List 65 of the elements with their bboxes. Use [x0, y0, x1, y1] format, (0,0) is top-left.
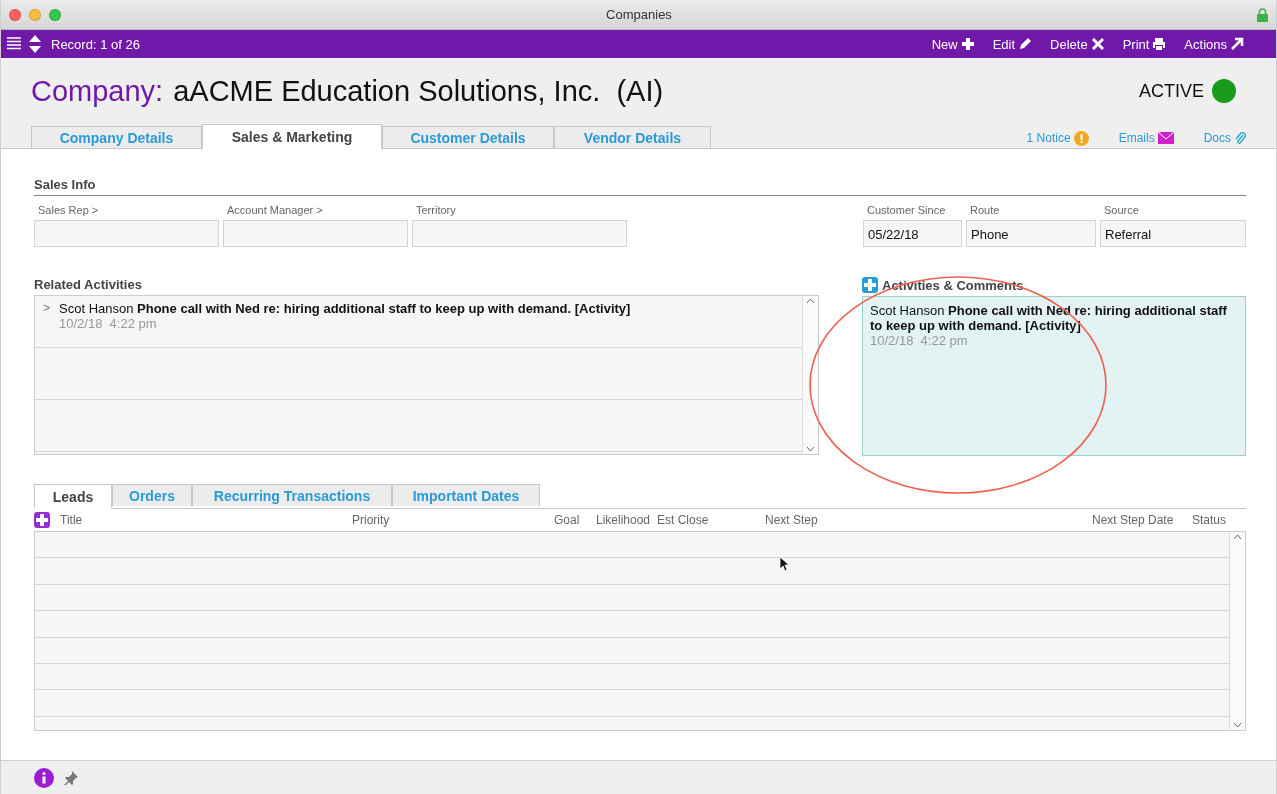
- input-field[interactable]: [412, 220, 627, 247]
- column-header: Title: [59, 513, 84, 527]
- company-name: aACME Education Solutions, Inc. (AI): [173, 74, 664, 108]
- close-icon: [1090, 37, 1105, 51]
- toolbar-button[interactable]: New: [931, 36, 975, 52]
- record-counter: Record: 1 of 26: [51, 36, 140, 52]
- input-field[interactable]: Phone: [966, 220, 1096, 247]
- up-down-icon[interactable]: [29, 35, 41, 53]
- activity-date: 10/2/18 4:22 pm: [59, 316, 158, 331]
- column-header: Priority: [351, 513, 391, 527]
- status-dot: [1212, 79, 1236, 103]
- mouse-cursor-icon: [779, 556, 789, 572]
- arrow-icon: [1230, 37, 1244, 51]
- menu-icon[interactable]: [7, 37, 21, 51]
- column-header: Next Step Date: [1091, 513, 1175, 527]
- column-header: Next Step: [764, 513, 819, 527]
- close-window-button[interactable]: [9, 8, 21, 21]
- pencil-icon: [1018, 37, 1033, 51]
- field-label: Customer Since: [866, 204, 947, 218]
- scroll-up-icon[interactable]: [806, 298, 815, 304]
- add-button[interactable]: [34, 512, 50, 528]
- printer-icon: [1152, 37, 1167, 51]
- window-title: Companies: [605, 7, 673, 22]
- lock-icon: [1257, 7, 1268, 22]
- column-header: Goal: [553, 513, 581, 527]
- pin-icon[interactable]: [64, 770, 78, 785]
- field-label: Route: [969, 204, 1001, 218]
- warning-icon: [1073, 130, 1089, 146]
- add-button[interactable]: [862, 277, 878, 293]
- input-field[interactable]: 05/22/18: [863, 220, 962, 247]
- tab[interactable]: Leads: [34, 484, 112, 509]
- tab[interactable]: Sales & Marketing: [202, 124, 382, 149]
- scroll-down-icon[interactable]: [1233, 722, 1242, 728]
- plus-icon: [960, 37, 975, 51]
- section-title: Related Activities: [34, 277, 143, 294]
- section-title: Sales Info: [34, 177, 1246, 196]
- column-header: Est Close: [656, 513, 710, 527]
- scroll-up-icon[interactable]: [1233, 534, 1242, 540]
- input-field[interactable]: [34, 220, 219, 247]
- expand-chevron[interactable]: >: [43, 301, 50, 342]
- field-label: Account Manager >: [226, 204, 324, 218]
- info-icon[interactable]: [34, 767, 54, 788]
- input-field[interactable]: [223, 220, 408, 247]
- field-label: Territory: [415, 204, 457, 218]
- paperclip-icon: [1234, 131, 1246, 145]
- zoom-window-button[interactable]: [49, 8, 61, 21]
- plus-icon: [36, 514, 48, 526]
- envelope-icon: [1157, 132, 1174, 144]
- toolbar-button[interactable]: Actions: [1184, 36, 1244, 52]
- comment-date: 10/2/18 4:22 pm: [870, 333, 969, 348]
- toolbar-button[interactable]: Print: [1122, 36, 1167, 52]
- column-header: Likelihood: [595, 513, 652, 527]
- field-label: Sales Rep >: [37, 204, 100, 218]
- toolbar-button[interactable]: Edit: [992, 36, 1033, 52]
- field-label: Source: [1103, 204, 1140, 218]
- record-type-label: Company:: [31, 74, 164, 108]
- input-field[interactable]: Referral: [1100, 220, 1246, 247]
- column-header: Status: [1191, 513, 1228, 527]
- activity-text[interactable]: Scot Hanson Phone call with Ned re: hiring additional staff to keep up with demand. [Activity]: [59, 301, 631, 316]
- status-label: ACTIVE: [1139, 80, 1204, 102]
- scrollbar[interactable]: [1229, 532, 1245, 730]
- toolbar-button[interactable]: Delete: [1050, 36, 1105, 52]
- scrollbar[interactable]: [802, 296, 818, 454]
- plus-icon: [864, 279, 876, 291]
- scroll-down-icon[interactable]: [806, 446, 815, 452]
